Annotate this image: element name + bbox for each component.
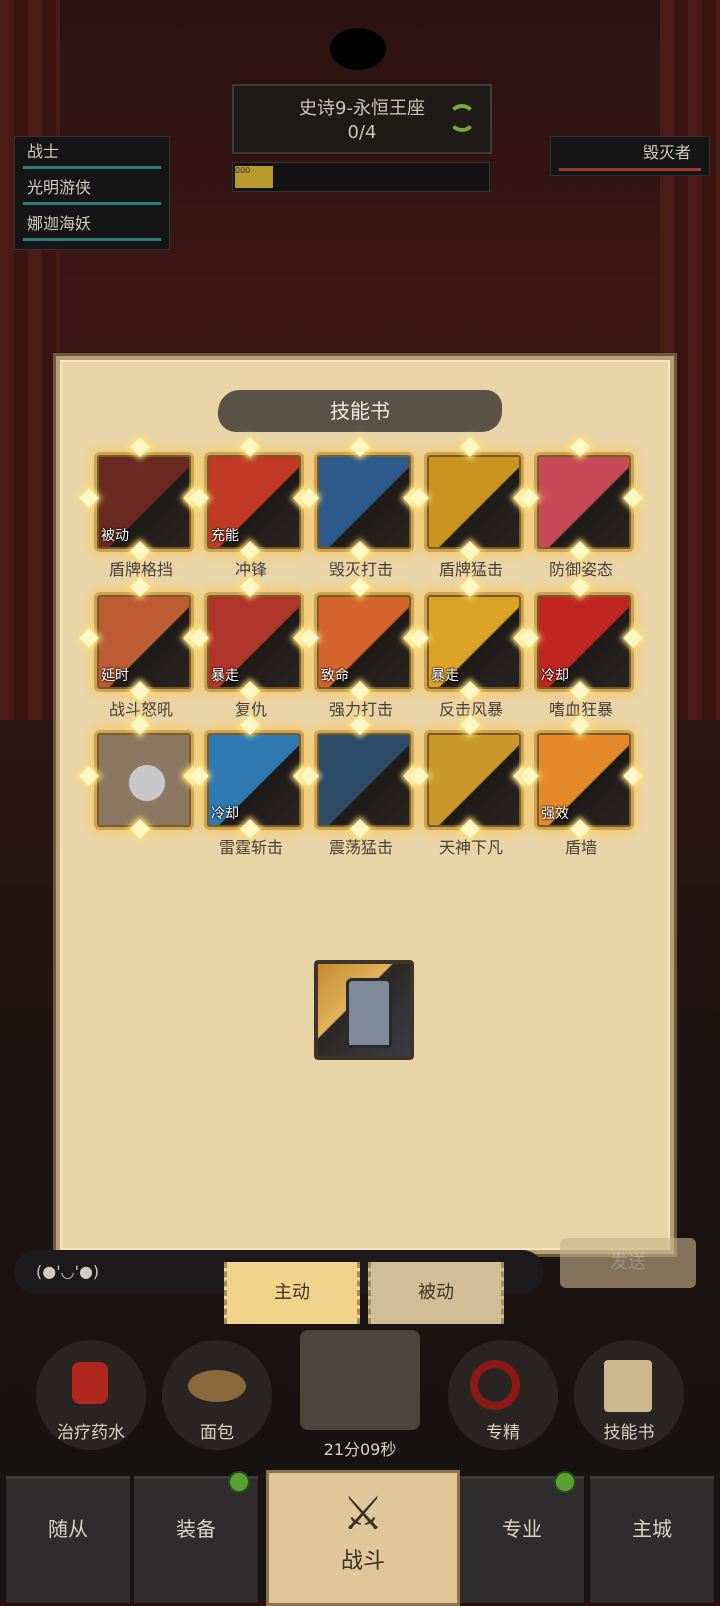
skill-icon [424, 452, 524, 552]
skill-tag: 冷却 [211, 806, 239, 822]
party-list: 战士 光明游侠 娜迦海妖 [14, 136, 170, 250]
skill-slot[interactable]: 盾牌猛击 [409, 437, 533, 579]
skill-slot[interactable]: 冷却雷霆斩击 [189, 715, 313, 857]
skill-slot[interactable]: 天神下凡 [409, 715, 533, 857]
refresh-icon[interactable] [448, 104, 476, 132]
enemy-name[interactable]: 毁灭者 [550, 136, 710, 176]
skill-icon: 延时 [94, 592, 194, 692]
nav-equipment[interactable]: 装备 [134, 1471, 258, 1603]
potion-icon [72, 1362, 108, 1404]
skill-icon: 致命 [314, 592, 414, 692]
skill-name: 雷霆斩击 [218, 838, 283, 857]
skill-tag: 充能 [211, 528, 239, 544]
empty-dot-icon [127, 763, 167, 803]
skill-icon: 冷却 [204, 730, 304, 830]
curtain-left [0, 0, 60, 720]
nav-city[interactable]: 主城 [590, 1476, 714, 1603]
stage-progress-bar: 000 [232, 162, 490, 192]
skill-name: 盾牌猛击 [438, 560, 503, 579]
skill-name: 盾墙 [564, 838, 597, 857]
skill-slot[interactable]: 致命 强力打击 [299, 577, 423, 719]
skill-tag: 强效 [541, 806, 569, 822]
skill-icon: 充能 [204, 452, 304, 552]
notification-dot [228, 1471, 250, 1493]
skill-tag: 暴走 [211, 668, 239, 684]
nav-battle[interactable]: ⚔ 战斗 [266, 1470, 460, 1606]
target-icon [470, 1360, 520, 1410]
treasure-chest-icon[interactable] [300, 1330, 420, 1430]
skill-slot[interactable]: 延时 战斗怒吼 [79, 577, 203, 719]
item-specialization[interactable]: 专精 [448, 1340, 558, 1450]
skill-slot[interactable]: 被动盾牌格挡 [79, 437, 203, 579]
skill-name: 冲锋 [234, 560, 267, 579]
skill-slot[interactable]: 强效盾墙 [519, 715, 643, 857]
skill-icon [424, 730, 524, 830]
skill-icon: 强效 [534, 730, 634, 830]
book-icon [604, 1360, 652, 1412]
party-member[interactable]: 光明游侠 [15, 173, 169, 209]
skill-preview-icon[interactable] [314, 960, 414, 1060]
skill-slot[interactable]: 毁灭打击 [299, 437, 423, 579]
skill-tag: 被动 [101, 528, 129, 544]
progress-fill: 000 [235, 166, 273, 188]
skill-name: 盾牌格挡 [108, 560, 173, 579]
nav-profession[interactable]: 专业 [460, 1471, 584, 1603]
skill-slot[interactable]: 充能冲锋 [189, 437, 313, 579]
skill-icon [314, 452, 414, 552]
skill-name: 防御姿态 [548, 560, 613, 579]
party-member[interactable]: 娜迦海妖 [15, 209, 169, 245]
item-skillbook[interactable]: 技能书 [574, 1340, 684, 1450]
skill-tag: 致命 [321, 668, 349, 684]
skill-slot[interactable] [79, 715, 203, 839]
skill-icon: 暴走 [204, 592, 304, 692]
empty-slot-icon [94, 730, 194, 830]
skill-tag: 暴走 [431, 668, 459, 684]
skill-icon: 被动 [94, 452, 194, 552]
stage-info: 史诗9-永恒王座 0/4 [232, 84, 492, 154]
item-bread[interactable]: 面包 [162, 1340, 272, 1450]
skill-tag: 延时 [101, 668, 129, 684]
skill-slot[interactable]: 暴走 复仇 [189, 577, 313, 719]
skill-name: 震荡猛击 [328, 838, 393, 857]
skill-icon: 暴走 [424, 592, 524, 692]
bread-icon [188, 1370, 246, 1402]
notification-dot [554, 1471, 576, 1493]
send-button[interactable]: 发送 [560, 1238, 696, 1288]
skill-slot[interactable]: 震荡猛击 [299, 715, 423, 857]
chest-timer: 21分09秒 [323, 1440, 397, 1459]
tab-active-skills[interactable]: 主动 [224, 1262, 360, 1324]
skill-icon [314, 730, 414, 830]
tab-passive-skills[interactable]: 被动 [368, 1262, 504, 1324]
skillbook-title: 技能书 [218, 390, 502, 432]
skill-slot[interactable]: 冷却 嗜血狂暴 [519, 577, 643, 719]
skill-tag: 冷却 [541, 668, 569, 684]
skill-icon [534, 452, 634, 552]
camera-notch [330, 28, 386, 70]
skill-icon: 冷却 [534, 592, 634, 692]
shield-icon [346, 978, 392, 1048]
party-member[interactable]: 战士 [15, 137, 169, 173]
crossed-swords-icon: ⚔ [342, 1486, 384, 1540]
skill-slot[interactable]: 暴走 反击风暴 [409, 577, 533, 719]
skill-name: 毁灭打击 [328, 560, 393, 579]
nav-followers[interactable]: 随从 [6, 1476, 130, 1603]
item-potion[interactable]: 治疗药水 [36, 1340, 146, 1450]
skill-name: 天神下凡 [438, 838, 503, 857]
skill-slot[interactable]: 防御姿态 [519, 437, 643, 579]
